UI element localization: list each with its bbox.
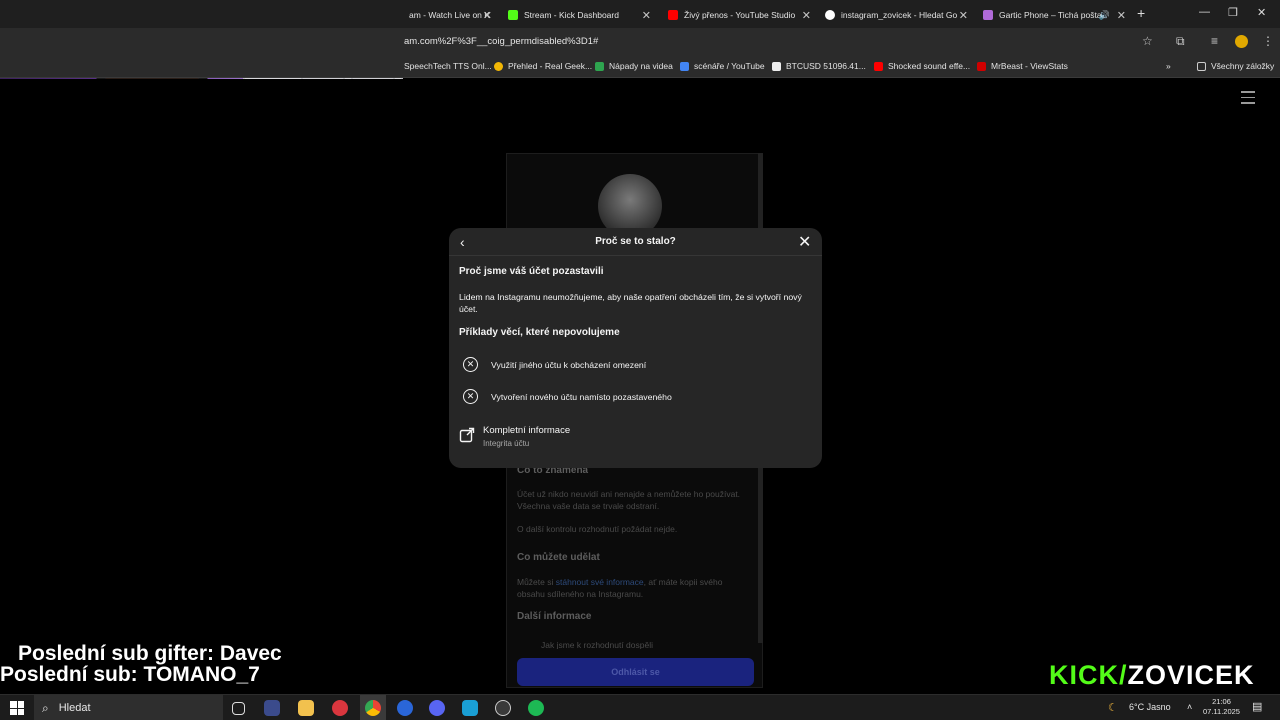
spotify-icon[interactable]: [528, 700, 544, 716]
bookmark-real-geek[interactable]: Přehled - Real Geek...: [494, 61, 592, 71]
full-info-title: Kompletní informace: [483, 425, 571, 436]
browser-tab-bar: am - Watch Live on K ✕ Stream - Kick Das…: [0, 0, 1280, 28]
app-red-icon[interactable]: [332, 700, 348, 716]
why-did-this-happen-modal: ‹ Proč se to stalo? ✕ Proč jsme váš účet…: [449, 228, 822, 468]
logout-button[interactable]: Odhlásit se: [517, 658, 754, 686]
docs-icon: [680, 61, 689, 71]
last-sub: Poslední sub: TOMANO_7: [0, 663, 260, 686]
bookmarks-overflow-icon[interactable]: »: [1166, 61, 1171, 71]
notifications-icon[interactable]: ▤: [1252, 700, 1262, 713]
chevron-up-icon[interactable]: ˄: [1187, 702, 1192, 712]
close-icon[interactable]: ✕: [483, 9, 492, 22]
all-bookmarks[interactable]: Všechny záložky: [1197, 61, 1274, 71]
modal-title: Proč se to stalo?: [595, 236, 676, 247]
bookmark-speechtech[interactable]: SpeechTech TTS Onl...: [404, 61, 492, 71]
menu-icon[interactable]: [1241, 91, 1255, 108]
download-info-text: Můžete si stáhnout své informace, ať mát…: [517, 577, 723, 599]
star-icon[interactable]: ☆: [1142, 34, 1153, 48]
close-window-button[interactable]: ✕: [1257, 6, 1266, 19]
address-bar: am.com%2F%3F__coig_permdisabled%3D1# ☆ ⧉…: [0, 28, 1280, 56]
viewstats-icon: [977, 61, 986, 71]
media-control-icon[interactable]: ≡: [1211, 34, 1218, 48]
chrome-icon[interactable]: [365, 700, 381, 716]
lightbulb-icon: [494, 61, 503, 71]
close-icon[interactable]: ✕: [798, 232, 811, 252]
kick-channel-logo: KICK/ZOVICEK: [1049, 660, 1255, 690]
google-icon: [825, 10, 835, 20]
maximize-button[interactable]: ❐: [1228, 6, 1238, 19]
youtube-icon: [874, 61, 883, 71]
youtube-studio-icon: [668, 10, 678, 20]
bookmark-shocked-sound[interactable]: Shocked sound effe...: [874, 61, 970, 71]
download-info-link[interactable]: stáhnout své informace: [556, 577, 644, 587]
windows-taskbar: ⌕ Hledat ☾ 6°C Jasno ˄ 21:06 07.11.2025 …: [0, 694, 1280, 720]
minimize-button[interactable]: —: [1199, 6, 1210, 18]
tab-kick-live[interactable]: am - Watch Live on K ✕: [403, 4, 498, 26]
app-v-icon[interactable]: [462, 700, 478, 716]
x-circle-icon: ✕: [463, 357, 478, 372]
taskbar-search[interactable]: ⌕ Hledat: [34, 695, 224, 720]
modal-header: ‹ Proč se to stalo? ✕: [449, 228, 822, 256]
weather-moon-icon: ☾: [1108, 702, 1118, 714]
gartic-phone-icon: [983, 10, 993, 20]
tradingview-icon: [772, 61, 781, 71]
modal-paragraph: Lidem na Instagramu neumožňujeme, aby na…: [459, 292, 802, 314]
bookmark-scenare[interactable]: scénáře / YouTube: [680, 61, 765, 71]
obs-icon[interactable]: [495, 700, 511, 716]
how-we-decided-link[interactable]: Jak jsme k rozhodnutí dospěli: [517, 639, 749, 649]
more-menu-icon[interactable]: ⋮: [1262, 34, 1274, 48]
file-explorer-icon[interactable]: [298, 700, 314, 716]
examples-heading: Příklady věcí, které nepovolujeme: [459, 327, 620, 338]
bookmarks-bar: SpeechTech TTS Onl... Přehled - Real Gee…: [0, 56, 1280, 78]
close-icon[interactable]: ✕: [802, 9, 811, 22]
example-item: ✕ Využití jiného účtu k obcházení omezen…: [463, 357, 646, 372]
tab-gartic-phone[interactable]: Gartic Phone – Tichá pošta 🔊 ✕: [977, 4, 1132, 26]
full-info-subtitle: Integrita účtu: [483, 439, 530, 448]
external-link-icon: [459, 427, 475, 443]
sheets-icon: [595, 61, 604, 71]
bookmark-btcusd[interactable]: BTCUSD 51096.41...: [772, 61, 866, 71]
tab-kick-dashboard[interactable]: Stream - Kick Dashboard ✕: [502, 4, 657, 26]
search-icon: ⌕: [42, 700, 49, 715]
app-icon[interactable]: [264, 700, 280, 716]
url-field[interactable]: am.com%2F%3F__coig_permdisabled%3D1#: [404, 36, 598, 47]
windows-start-icon[interactable]: [10, 701, 24, 715]
example-item: ✕ Vytvoření nového účtu namísto pozastav…: [463, 389, 672, 404]
bookmark-napady[interactable]: Nápady na videa: [595, 61, 673, 71]
x-circle-icon: ✕: [463, 389, 478, 404]
close-icon[interactable]: ✕: [1117, 9, 1126, 22]
taskbar-clock[interactable]: 21:06 07.11.2025: [1203, 697, 1240, 717]
full-info-link[interactable]: Kompletní informace Integrita účtu: [459, 425, 570, 448]
section-more-info: Další informace: [517, 611, 592, 622]
weather-text[interactable]: 6°C Jasno: [1129, 702, 1171, 712]
discord-icon[interactable]: [429, 700, 445, 716]
tab-google-search[interactable]: instagram_zovicek - Hledat Go ✕: [819, 4, 974, 26]
kick-icon: [508, 10, 518, 20]
task-view-icon[interactable]: [232, 702, 245, 715]
new-tab-button[interactable]: +: [1137, 5, 1145, 21]
extensions-icon[interactable]: ⧉: [1176, 34, 1185, 49]
app-blue-icon[interactable]: [397, 700, 413, 716]
section-what-you-can-do: Co můžete udělat: [517, 552, 600, 563]
modal-heading: Proč jsme váš účet pozastavili: [459, 266, 604, 277]
speaker-icon[interactable]: 🔊: [1099, 10, 1110, 21]
close-icon[interactable]: ✕: [959, 9, 968, 22]
folder-icon: [1197, 61, 1206, 71]
what-it-means-text: Účet už nikdo neuvidí ani nenajde a nemů…: [517, 489, 741, 511]
bookmark-mrbeast[interactable]: MrBeast - ViewStats: [977, 61, 1068, 71]
tab-youtube-studio[interactable]: Živý přenos - YouTube Studio ✕: [662, 4, 817, 26]
profile-avatar[interactable]: [1235, 35, 1248, 48]
close-icon[interactable]: ✕: [642, 9, 651, 22]
appeal-text: O další kontrolu rozhodnutí požádat nejd…: [517, 524, 678, 534]
